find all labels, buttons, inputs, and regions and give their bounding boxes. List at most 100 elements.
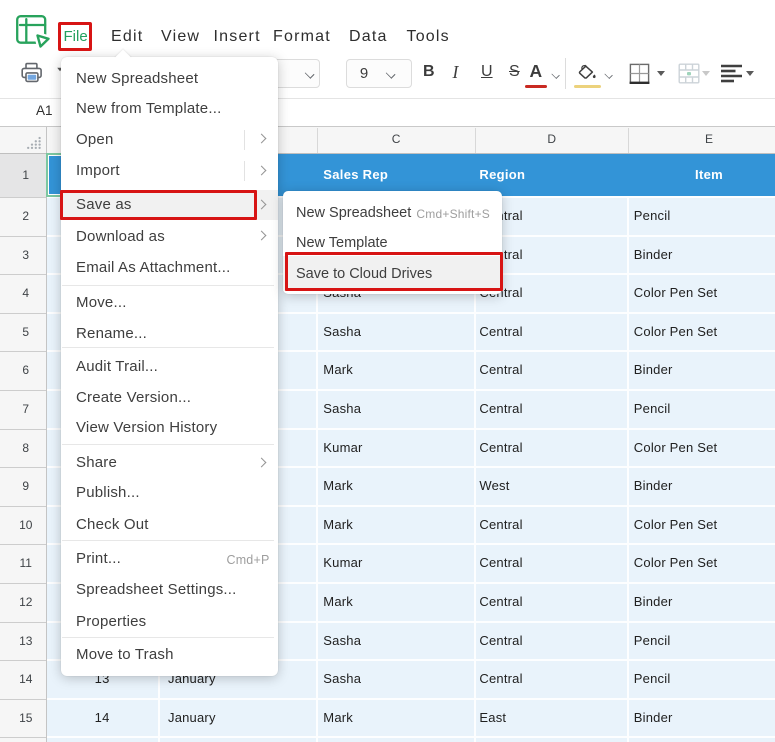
- file-menu-item[interactable]: Email As Attachment...: [61, 253, 278, 283]
- file-menu-item-label: New from Template...: [76, 94, 221, 124]
- cell-B15[interactable]: January: [168, 699, 216, 738]
- cell-D5[interactable]: Central: [479, 313, 522, 352]
- cell-E3[interactable]: Binder: [634, 236, 673, 275]
- cell-D14[interactable]: Central: [479, 660, 522, 699]
- row-header-1[interactable]: 1: [3, 154, 49, 197]
- file-menu-item[interactable]: New from Template...: [61, 94, 278, 124]
- cell-D6[interactable]: Central: [479, 351, 522, 390]
- cell-C13[interactable]: Sasha: [323, 622, 361, 661]
- column-header-C[interactable]: C: [376, 127, 416, 153]
- fill-color-chevron-icon[interactable]: [604, 71, 612, 79]
- fill-color-icon[interactable]: [577, 64, 598, 81]
- cell-E13[interactable]: Pencil: [634, 622, 671, 661]
- column-header-E[interactable]: E: [689, 127, 729, 153]
- font-family-chevron-icon: [305, 69, 314, 78]
- cell-D7[interactable]: Central: [479, 390, 522, 429]
- select-all-corner[interactable]: [26, 136, 42, 150]
- row-header-11[interactable]: 11: [3, 545, 49, 583]
- column-header-D[interactable]: D: [532, 127, 572, 153]
- bold-button[interactable]: B: [423, 63, 435, 81]
- cell-A15[interactable]: 14: [46, 699, 159, 738]
- cell-D8[interactable]: Central: [479, 429, 522, 468]
- file-menu-item[interactable]: Create Version...: [61, 383, 278, 413]
- cell-E6[interactable]: Binder: [634, 351, 673, 390]
- row-header-2[interactable]: 2: [3, 198, 49, 236]
- cell-C7[interactable]: Sasha: [323, 390, 361, 429]
- file-menu-item[interactable]: Download as: [61, 222, 278, 252]
- file-menu-item[interactable]: Spreadsheet Settings...: [61, 575, 278, 605]
- italic-button[interactable]: I: [453, 62, 459, 83]
- cell-E7[interactable]: Pencil: [634, 390, 671, 429]
- file-menu-item-label: New Spreadsheet: [76, 64, 198, 94]
- file-menu-item[interactable]: Rename...: [61, 319, 278, 349]
- row-header-13[interactable]: 13: [3, 623, 49, 661]
- font-color-chevron-icon[interactable]: [551, 71, 559, 79]
- cell-E14[interactable]: Pencil: [634, 660, 671, 699]
- file-menu-item[interactable]: Publish...: [61, 478, 278, 508]
- cell-D15[interactable]: East: [479, 699, 506, 738]
- cell-D11[interactable]: Central: [479, 544, 522, 583]
- cell-E11[interactable]: Color Pen Set: [634, 544, 718, 583]
- row-header-4[interactable]: 4: [3, 275, 49, 313]
- file-menu-item-label: Check Out: [76, 510, 149, 540]
- cell-E8[interactable]: Color Pen Set: [634, 429, 718, 468]
- header-cell-item[interactable]: Item: [659, 154, 759, 197]
- row-header-10[interactable]: 10: [3, 507, 49, 545]
- file-menu-item[interactable]: Check Out: [61, 510, 278, 540]
- row-header-12[interactable]: 12: [3, 584, 49, 622]
- file-menu-item[interactable]: Import: [61, 156, 278, 186]
- cell-E2[interactable]: Pencil: [634, 197, 671, 236]
- cell-C14[interactable]: Sasha: [323, 660, 361, 699]
- submenu-item[interactable]: New Spreadsheet Cmd+Shift+S: [283, 198, 502, 228]
- row-header-3[interactable]: 3: [3, 237, 49, 275]
- file-menu-item[interactable]: Move to Trash: [61, 640, 278, 670]
- file-menu-item[interactable]: Open: [61, 125, 278, 155]
- cell-E15[interactable]: Binder: [634, 699, 673, 738]
- cell-C10[interactable]: Mark: [323, 506, 353, 545]
- file-menu-item[interactable]: View Version History: [61, 413, 278, 443]
- row-header-5[interactable]: 5: [3, 314, 49, 352]
- strikethrough-button[interactable]: S: [509, 63, 520, 81]
- row-header-9[interactable]: 9: [3, 468, 49, 506]
- cell-E10[interactable]: Color Pen Set: [634, 506, 718, 545]
- menu-separator: [62, 637, 274, 638]
- file-menu-item[interactable]: Move...: [61, 288, 278, 318]
- file-menu-item[interactable]: Audit Trail...: [61, 352, 278, 382]
- row-header-8[interactable]: 8: [3, 430, 49, 468]
- cell-C12[interactable]: Mark: [323, 583, 353, 622]
- cell-C5[interactable]: Sasha: [323, 313, 361, 352]
- cell-D13[interactable]: Central: [479, 622, 522, 661]
- horizontal-align-icon[interactable]: [721, 64, 744, 84]
- borders-icon[interactable]: [629, 63, 650, 84]
- cell-C8[interactable]: Kumar: [323, 429, 362, 468]
- cell-C15[interactable]: Mark: [323, 699, 353, 738]
- cell-E4[interactable]: Color Pen Set: [634, 274, 718, 313]
- cell-D12[interactable]: Central: [479, 583, 522, 622]
- cell-C11[interactable]: Kumar: [323, 544, 362, 583]
- font-color-button[interactable]: A: [530, 61, 543, 82]
- menu-separator: [62, 347, 274, 348]
- cell-E12[interactable]: Binder: [634, 583, 673, 622]
- file-menu-item-label: Publish...: [76, 478, 140, 508]
- merge-dropdown-caret: [702, 71, 710, 76]
- cell-D10[interactable]: Central: [479, 506, 522, 545]
- cell-E5[interactable]: Color Pen Set: [634, 313, 718, 352]
- cell-D9[interactable]: West: [479, 467, 509, 506]
- file-menu-item[interactable]: Properties: [61, 607, 278, 637]
- file-menu-item[interactable]: New Spreadsheet: [61, 64, 278, 94]
- file-menu-item[interactable]: Share: [61, 448, 278, 478]
- borders-dropdown-caret[interactable]: [657, 71, 665, 76]
- file-menu-item[interactable]: Print... Cmd+P: [61, 544, 278, 574]
- print-icon[interactable]: [20, 62, 43, 83]
- row-header-15[interactable]: 15: [3, 700, 49, 738]
- cell-C9[interactable]: Mark: [323, 467, 353, 506]
- column-header-divider: [317, 128, 318, 153]
- cell-C6[interactable]: Mark: [323, 351, 353, 390]
- underline-button[interactable]: U: [481, 63, 493, 81]
- row-header-6[interactable]: 6: [3, 352, 49, 390]
- row-header-14[interactable]: 14: [3, 661, 49, 699]
- file-menu-item-label: Print...: [76, 544, 121, 574]
- row-header-7[interactable]: 7: [3, 391, 49, 429]
- cell-E9[interactable]: Binder: [634, 467, 673, 506]
- align-dropdown-caret[interactable]: [746, 71, 754, 76]
